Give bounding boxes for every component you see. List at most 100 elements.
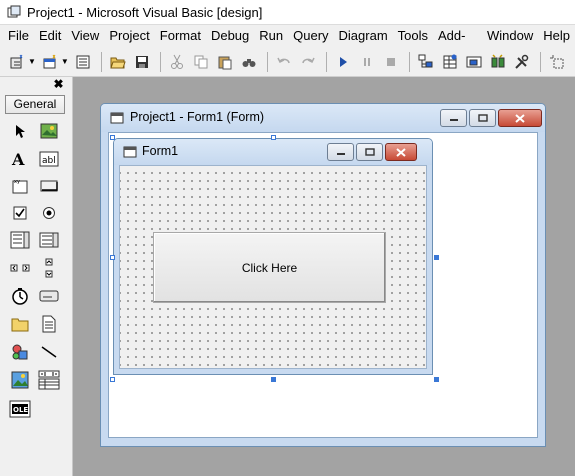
resize-handle-right[interactable]	[434, 255, 439, 260]
open-project-icon[interactable]	[107, 51, 129, 73]
svg-text:xy: xy	[14, 179, 20, 185]
toolbar-separator	[100, 51, 102, 72]
designer-minimize-icon[interactable]	[440, 109, 467, 127]
form-layout-icon[interactable]	[463, 51, 485, 73]
toolbox-general-tab[interactable]: General	[5, 95, 65, 114]
vb-app-icon	[7, 5, 21, 18]
form1-icon	[123, 146, 137, 158]
form1-window[interactable]: Form1 Click Here	[113, 138, 433, 375]
label-tool-icon[interactable]: A	[8, 147, 32, 171]
menu-diagram[interactable]: Diagram	[334, 25, 393, 47]
toolbar-separator	[408, 51, 410, 72]
resize-handle-left[interactable]	[110, 255, 115, 260]
designer-window-icon	[110, 112, 124, 124]
form1-maximize-icon[interactable]	[356, 143, 383, 161]
drivelistbox-tool-icon[interactable]	[37, 284, 61, 308]
combobox-tool-icon[interactable]	[8, 228, 32, 252]
menu-bar: File Edit View Project Format Debug Run …	[0, 25, 575, 65]
svg-text:A: A	[11, 151, 25, 167]
menu-project[interactable]: Project	[104, 25, 154, 47]
save-project-icon[interactable]	[131, 51, 153, 73]
form-designer-canvas: Form1 Click Here	[108, 132, 538, 438]
form-designer-titlebar[interactable]: Project1 - Form1 (Form)	[101, 104, 545, 132]
click-here-button[interactable]: Click Here	[153, 232, 386, 303]
resize-handle-bottom-left[interactable]	[110, 377, 115, 382]
checkbox-tool-icon[interactable]	[8, 201, 32, 225]
menu-debug[interactable]: Debug	[206, 25, 254, 47]
properties-window-icon[interactable]	[439, 51, 461, 73]
redo-icon[interactable]	[297, 51, 319, 73]
designer-window-title: Project1 - Form1 (Form)	[130, 110, 265, 124]
optionbutton-tool-icon[interactable]	[37, 201, 61, 225]
svg-text:abl: abl	[42, 156, 56, 166]
listbox-tool-icon[interactable]	[37, 228, 61, 252]
form-designer-window[interactable]: Project1 - Form1 (Form) Form1 Click Here	[100, 103, 546, 447]
window-title: Project1 - Microsoft Visual Basic [desig…	[27, 4, 263, 20]
menu-edit[interactable]: Edit	[34, 25, 66, 47]
toolbar-separator	[539, 51, 541, 72]
menu-run[interactable]: Run	[254, 25, 288, 47]
cut-icon[interactable]	[166, 51, 188, 73]
resize-handle-bottom-right[interactable]	[434, 377, 439, 382]
form1-window-controls	[325, 143, 417, 161]
resize-handle-top-left[interactable]	[110, 135, 115, 140]
menu-view[interactable]: View	[66, 25, 104, 47]
menu-tools[interactable]: Tools	[393, 25, 433, 47]
mdi-workspace: Project1 - Form1 (Form) Form1 Click Here	[73, 77, 575, 476]
add-project-dropdown-icon[interactable]: ▼	[28, 57, 36, 66]
form1-close-icon[interactable]	[385, 143, 417, 161]
vscrollbar-tool-icon[interactable]	[37, 256, 61, 280]
data-tool-icon[interactable]	[37, 368, 61, 392]
position-indicator-icon	[546, 51, 568, 73]
designer-close-icon[interactable]	[498, 109, 542, 127]
frame-tool-icon[interactable]: xy	[8, 174, 32, 198]
picturebox-tool-icon[interactable]	[37, 119, 61, 143]
copy-icon[interactable]	[190, 51, 212, 73]
find-icon[interactable]	[238, 51, 260, 73]
designer-window-controls	[438, 109, 542, 127]
form1-minimize-icon[interactable]	[327, 143, 354, 161]
object-browser-icon[interactable]	[487, 51, 509, 73]
end-icon[interactable]	[380, 51, 402, 73]
resize-handle-top[interactable]	[271, 135, 276, 140]
ole-tool-icon[interactable]: OLE	[8, 397, 32, 421]
hscrollbar-tool-icon[interactable]	[8, 256, 32, 280]
commandbutton-tool-icon[interactable]	[37, 174, 61, 198]
image-tool-icon[interactable]	[8, 368, 32, 392]
resize-handle-bottom[interactable]	[271, 377, 276, 382]
menu-editor-icon[interactable]	[72, 51, 94, 73]
add-form-icon[interactable]	[39, 51, 61, 73]
line-tool-icon[interactable]	[37, 340, 61, 364]
pointer-tool-icon[interactable]	[8, 119, 32, 143]
app-titlebar: Project1 - Microsoft Visual Basic [desig…	[0, 0, 575, 25]
form1-grid-canvas[interactable]: Click Here	[119, 165, 427, 369]
menu-add-ins[interactable]: Add-Ins	[433, 25, 482, 65]
standard-toolbar: ▼ ▼	[0, 47, 575, 77]
break-icon[interactable]	[356, 51, 378, 73]
toolbar-separator	[325, 51, 327, 72]
shape-tool-icon[interactable]	[8, 340, 32, 364]
add-form-dropdown-icon[interactable]: ▼	[61, 57, 69, 66]
menu-format[interactable]: Format	[155, 25, 206, 47]
filelistbox-tool-icon[interactable]	[37, 312, 61, 336]
textbox-tool-icon[interactable]: abl	[37, 147, 61, 171]
dirlistbox-tool-icon[interactable]	[8, 312, 32, 336]
designer-restore-icon[interactable]	[469, 109, 496, 127]
timer-tool-icon[interactable]	[8, 284, 32, 308]
menu-help[interactable]: Help	[538, 25, 575, 47]
undo-icon[interactable]	[273, 51, 295, 73]
add-project-icon[interactable]	[6, 51, 28, 73]
toolbar-separator	[159, 51, 161, 72]
project-explorer-icon[interactable]	[415, 51, 437, 73]
start-icon[interactable]	[332, 51, 354, 73]
form1-titlebar[interactable]: Form1	[114, 139, 432, 165]
paste-icon[interactable]	[214, 51, 236, 73]
form1-title: Form1	[142, 144, 179, 158]
toolbox-close-icon[interactable]: ✖	[52, 78, 65, 91]
toolbox-panel: ✖ General A abl xy OLE	[0, 77, 73, 476]
menu-query[interactable]: Query	[288, 25, 333, 47]
toolbox-icon[interactable]	[511, 51, 533, 73]
menu-window[interactable]: Window	[482, 25, 538, 47]
menu-file[interactable]: File	[0, 25, 34, 47]
toolbar-separator	[266, 51, 268, 72]
